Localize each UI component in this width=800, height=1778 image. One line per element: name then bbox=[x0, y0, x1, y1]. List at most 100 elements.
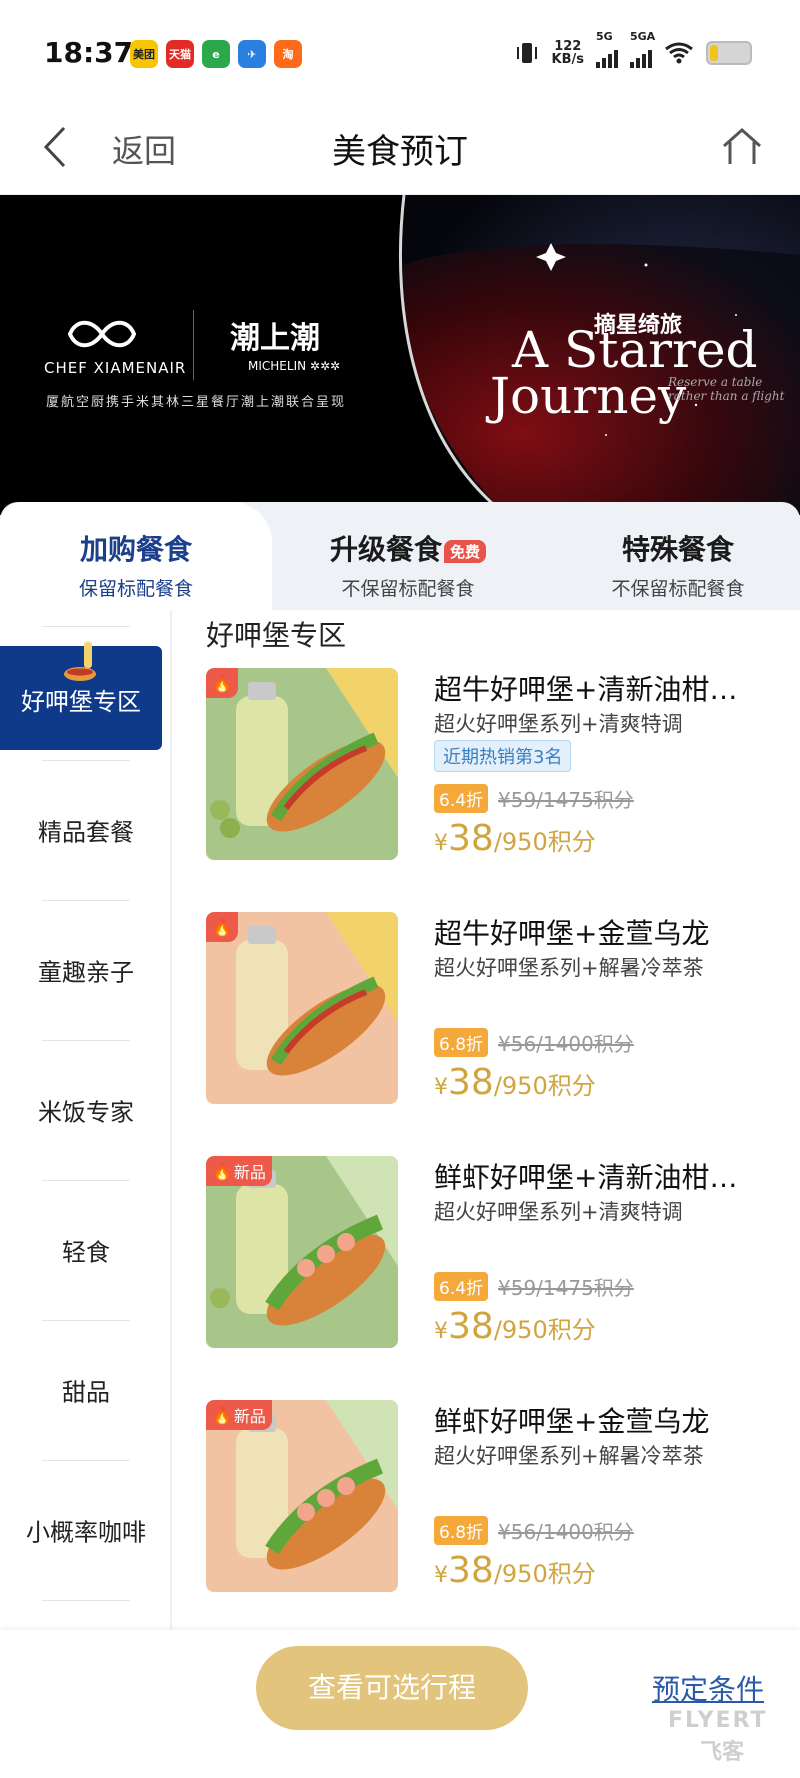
home-icon[interactable] bbox=[720, 124, 764, 168]
current-price: ¥38/950积分 bbox=[434, 1550, 596, 1591]
tab-title: 升级餐食 bbox=[329, 533, 442, 566]
sidebar-item-hao-xia-bao[interactable]: 好呷堡专区 bbox=[0, 642, 162, 750]
product-name[interactable]: 超牛好呷堡+金萱乌龙 bbox=[434, 912, 786, 952]
bottom-action-bar: 查看可选行程 预定条件 FLYERT 飞客 bbox=[0, 1630, 800, 1778]
food-photo-icon bbox=[206, 668, 398, 860]
hot-rank-tag: 近期热销第3名 bbox=[434, 740, 572, 772]
chef-xiamenair-logo-icon bbox=[67, 320, 137, 348]
signal-bars-icon bbox=[596, 46, 618, 68]
product-card[interactable]: 🔥 超牛好呷堡+清新油柑… 超火好呷堡系列+清爽特调 近期热销第3名 6.4折 … bbox=[206, 668, 786, 868]
sidebar-item-label: 精品套餐 bbox=[38, 818, 134, 847]
restaurant-logo: 潮上潮 bbox=[230, 321, 320, 356]
net-speed-unit: KB/s bbox=[551, 52, 584, 67]
current-price: ¥38/950积分 bbox=[434, 1062, 596, 1103]
product-name[interactable]: 鲜虾好呷堡+清新油柑… bbox=[434, 1156, 786, 1196]
booking-conditions-link[interactable]: 预定条件 bbox=[652, 1668, 764, 1708]
product-desc: 超火好呷堡系列+解暑冷萃茶 bbox=[434, 1444, 704, 1468]
vibrate-icon bbox=[516, 43, 537, 63]
food-photo-icon bbox=[206, 912, 398, 1104]
status-bar: 18:37 美团 天猫 e ✈ 淘 122 KB/s 5G 5GA bbox=[0, 0, 800, 100]
product-image[interactable]: 🔥 新品 bbox=[206, 1400, 398, 1592]
discount-badge: 6.4折 bbox=[434, 1272, 489, 1301]
reserve-line-2: rather than a flight bbox=[668, 389, 785, 403]
battery-icon bbox=[706, 41, 752, 65]
nav-bar: 返回 美食预订 bbox=[0, 100, 800, 195]
sidebar-item-light-meal[interactable]: 轻食 bbox=[0, 1180, 172, 1320]
green-app-icon: e bbox=[202, 40, 230, 68]
campaign-title-en-2: Journey bbox=[490, 367, 687, 425]
sidebar-item-label: 好呷堡专区 bbox=[21, 688, 141, 716]
category-sidebar: 好呷堡专区 精品套餐 童趣亲子 米饭专家 轻食 甜品 小概率咖啡 bbox=[0, 610, 172, 1630]
sidebar-item-premium-set[interactable]: 精品套餐 bbox=[0, 760, 172, 900]
watermark-text-cn: 飞客 bbox=[700, 1740, 745, 1765]
current-price: ¥38/950积分 bbox=[434, 818, 596, 859]
sidebar-item-label: 童趣亲子 bbox=[38, 958, 134, 987]
discount-badge: 6.8折 bbox=[434, 1028, 489, 1057]
view-itineraries-button[interactable]: 查看可选行程 bbox=[256, 1646, 528, 1730]
product-image[interactable]: 🔥 bbox=[206, 668, 398, 860]
signal-5g: 5G bbox=[596, 30, 618, 68]
product-card[interactable]: 🔥 超牛好呷堡+金萱乌龙 超火好呷堡系列+解暑冷萃茶 6.8折 ¥56/1400… bbox=[206, 912, 786, 1112]
taobao-app-icon: 淘 bbox=[274, 40, 302, 68]
product-card[interactable]: 🔥 新品 鲜虾好呷堡+金萱乌龙 超火好呷堡系列+解暑冷萃茶 6.8折 ¥56/14… bbox=[206, 1400, 786, 1600]
page-title: 美食预订 bbox=[332, 132, 468, 172]
fire-icon: 🔥 bbox=[212, 673, 232, 693]
price-currency: ¥ bbox=[434, 1319, 448, 1344]
net-speed: 122 KB/s bbox=[552, 40, 584, 66]
product-image[interactable]: 🔥 bbox=[206, 912, 398, 1104]
banner-divider bbox=[193, 310, 194, 380]
sidebar-item-coffee[interactable]: 小概率咖啡 bbox=[0, 1460, 172, 1600]
watermark-text: FLYERT bbox=[668, 1708, 768, 1733]
price-amount: 38 bbox=[448, 1062, 494, 1103]
sidebar-item-rice[interactable]: 米饭专家 bbox=[0, 1040, 172, 1180]
free-badge: 免费 bbox=[444, 539, 487, 563]
original-price: ¥56/1400积分 bbox=[498, 1032, 634, 1056]
hot-badge: 🔥 bbox=[206, 912, 238, 942]
new-badge-label: 新品 bbox=[233, 1163, 266, 1182]
product-name[interactable]: 鲜虾好呷堡+金萱乌龙 bbox=[434, 1400, 786, 1440]
product-desc: 超火好呷堡系列+解暑冷萃茶 bbox=[434, 956, 704, 980]
original-price: ¥59/1475积分 bbox=[498, 788, 634, 812]
signal-bars-icon bbox=[630, 46, 652, 68]
price-points: /950积分 bbox=[493, 828, 596, 856]
hotdog-icon bbox=[64, 642, 96, 681]
sidebar-item-label: 米饭专家 bbox=[38, 1098, 134, 1127]
notification-app-icons: 美团 天猫 e ✈ 淘 bbox=[130, 40, 302, 68]
price-points: /950积分 bbox=[493, 1316, 596, 1344]
sidebar-item-label: 小概率咖啡 bbox=[26, 1518, 146, 1547]
price-amount: 38 bbox=[448, 1550, 494, 1591]
new-badge: 🔥 新品 bbox=[206, 1156, 272, 1186]
promo-banner[interactable]: CHEF XIAMENAIR 潮上潮 MICHELIN ✲✲✲ 厦航空厨携手米其… bbox=[0, 195, 800, 515]
reserve-line-1: Reserve a table bbox=[668, 375, 763, 389]
tab-upgrade-meal[interactable]: 升级餐食 免费 不保留标配餐食 bbox=[272, 502, 544, 610]
product-image[interactable]: 🔥 新品 bbox=[206, 1156, 398, 1348]
sidebar-divider bbox=[42, 626, 130, 627]
price-currency: ¥ bbox=[434, 1075, 448, 1100]
hot-badge: 🔥 bbox=[206, 668, 238, 698]
current-price: ¥38/950积分 bbox=[434, 1306, 596, 1347]
new-badge-label: 新品 bbox=[233, 1407, 266, 1426]
reserve-tagline: Reserve a table rather than a flight bbox=[668, 375, 784, 403]
product-name[interactable]: 超牛好呷堡+清新油柑… bbox=[434, 668, 786, 708]
price-amount: 38 bbox=[448, 1306, 494, 1347]
fire-icon: 🔥 bbox=[212, 917, 232, 937]
signal-5ga-label: 5GA bbox=[630, 30, 656, 43]
price-amount: 38 bbox=[448, 818, 494, 859]
signal-5g-label: 5G bbox=[596, 30, 613, 43]
sidebar-item-dessert[interactable]: 甜品 bbox=[0, 1320, 172, 1460]
sidebar-item-kids[interactable]: 童趣亲子 bbox=[0, 900, 172, 1040]
product-card[interactable]: 🔥 新品 鲜虾好呷堡+清新油柑… 超火好呷堡系列+清爽特调 6.4折 ¥59/14… bbox=[206, 1156, 786, 1356]
price-points: /950积分 bbox=[493, 1560, 596, 1588]
discount-badge: 6.4折 bbox=[434, 784, 489, 813]
tab-add-on-meal[interactable]: 加购餐食 保留标配餐食 bbox=[0, 502, 272, 610]
original-price: ¥56/1400积分 bbox=[498, 1520, 634, 1544]
product-desc: 超火好呷堡系列+清爽特调 bbox=[434, 1200, 683, 1224]
tab-title: 特殊餐食 bbox=[621, 533, 734, 566]
banner-subtitle: 厦航空厨携手米其林三星餐厅潮上潮联合呈现 bbox=[46, 395, 347, 410]
meal-type-tabs: 加购餐食 保留标配餐食 升级餐食 免费 不保留标配餐食 特殊餐食 不保留标配餐食 bbox=[0, 502, 800, 610]
tab-subtitle: 不保留标配餐食 bbox=[341, 578, 475, 600]
tab-special-meal[interactable]: 特殊餐食 不保留标配餐食 bbox=[556, 502, 800, 610]
fire-icon: 🔥 bbox=[212, 1405, 232, 1425]
sidebar-item-label: 轻食 bbox=[62, 1238, 110, 1267]
price-currency: ¥ bbox=[434, 831, 448, 856]
